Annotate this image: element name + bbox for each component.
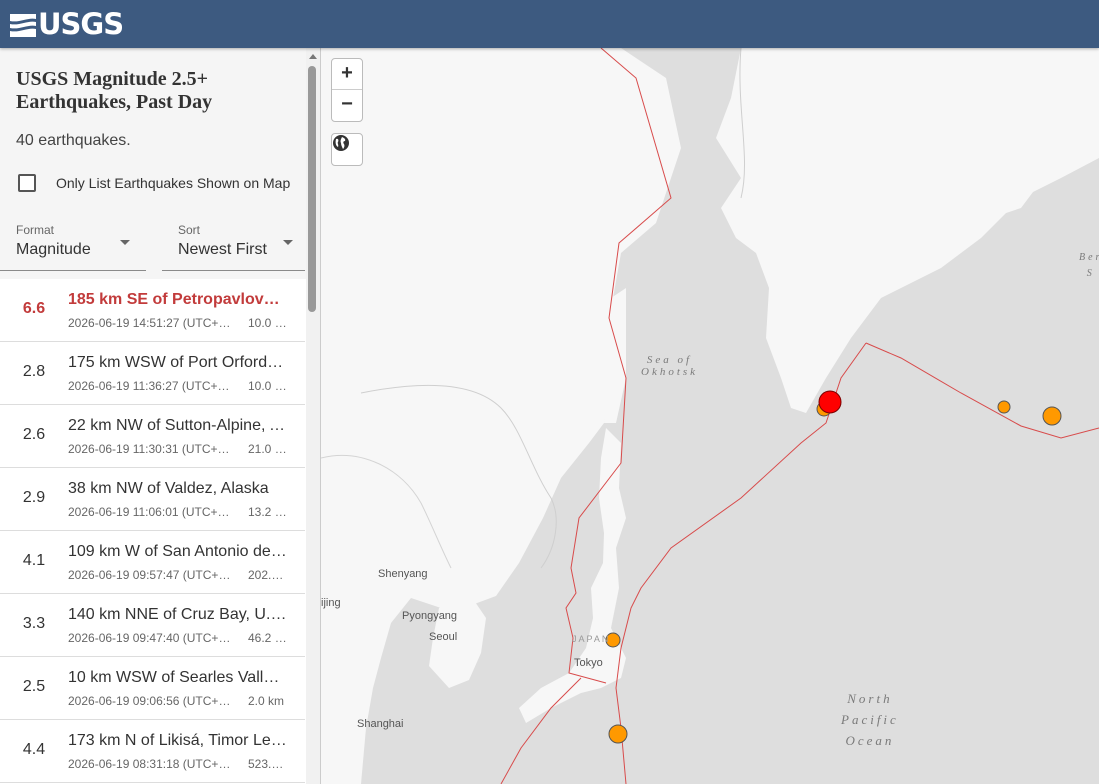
depth: 2.0 km	[248, 694, 285, 708]
location: 175 km WSW of Port Orford, Oregon	[68, 354, 287, 371]
map-view[interactable]: Sea of Okhotsk North Pacific Ocean Ber S…	[321, 48, 1099, 784]
depth: 21.0 km	[248, 442, 288, 456]
country-label: JAPAN	[572, 634, 611, 644]
location: 38 km NW of Valdez, Alaska	[68, 480, 269, 497]
depth: 13.2 km	[248, 505, 288, 519]
sort-select-value[interactable]: Newest First	[178, 241, 267, 259]
location: 109 km W of San Antonio de los Cobres, A…	[68, 543, 287, 560]
logo-text: USGS	[38, 6, 124, 41]
basemap	[321, 48, 1099, 784]
magnitude: 2.6	[22, 426, 46, 443]
north-pacific-ocean-label: North Pacific Ocean	[841, 691, 899, 748]
sidebar-scrollbar[interactable]	[306, 48, 321, 784]
scroll-up-arrow-icon[interactable]	[309, 54, 317, 59]
event-time: 2026-06-19 11:06:01 (UTC+08:00)	[68, 505, 232, 519]
earthquake-list-item[interactable]: 2.5 10 km WSW of Searles Valley, CA 2026…	[0, 657, 305, 720]
usgs-logo[interactable]: USGS	[10, 0, 124, 48]
earthquake-list-item[interactable]: 4.1 109 km W of San Antonio de los Cobre…	[0, 531, 305, 594]
earthquake-list-item[interactable]: 4.4 173 km N of Likisá, Timor Leste 2026…	[0, 720, 305, 783]
depth: 523.5 km	[248, 757, 288, 771]
sort-select-label: Sort	[178, 223, 201, 237]
dropdown-arrow-icon[interactable]	[283, 240, 293, 245]
location: 22 km NW of Sutton-Alpine, Alaska	[68, 417, 287, 434]
earthquake-marker-selected	[818, 390, 842, 414]
location: 173 km N of Likisá, Timor Leste	[68, 732, 287, 749]
filter-checkbox-row[interactable]: Only List Earthquakes Shown on Map	[18, 174, 290, 192]
magnitude: 3.3	[22, 615, 46, 632]
earthquake-sidebar: USGS Magnitude 2.5+ Earthquakes, Past Da…	[0, 48, 306, 784]
only-on-map-checkbox[interactable]	[18, 174, 36, 192]
location: 185 km SE of Petropavlovsk-Kamchatsky, R…	[68, 291, 287, 308]
earthquake-list-item[interactable]: 3.3 140 km NNE of Cruz Bay, U.S. Virgin …	[0, 594, 305, 657]
format-select-value[interactable]: Magnitude	[16, 241, 91, 259]
dropdown-arrow-icon[interactable]	[120, 240, 130, 245]
earthquake-marker	[608, 724, 628, 744]
depth: 10.0 km	[248, 316, 288, 330]
event-time: 2026-06-19 11:30:31 (UTC+08:00)	[68, 442, 232, 456]
earthquake-list: 6.6 185 km SE of Petropavlovsk-Kamchatsk…	[0, 279, 305, 783]
city-label: Tokyo	[574, 657, 603, 669]
event-time: 2026-06-19 08:31:18 (UTC+08:00)	[68, 757, 232, 771]
bering-sea-label: Ber S	[1079, 252, 1099, 279]
earthquake-marker	[997, 400, 1011, 414]
earthquake-marker	[1042, 406, 1062, 426]
magnitude: 6.6	[22, 300, 46, 317]
earthquake-count: 40 earthquakes.	[16, 132, 131, 149]
only-on-map-label[interactable]: Only List Earthquakes Shown on Map	[56, 175, 290, 191]
app-header: USGS	[0, 0, 1099, 48]
event-time: 2026-06-19 09:57:47 (UTC+08:00)	[68, 568, 232, 582]
format-select-label: Format	[16, 223, 55, 237]
sort-select[interactable]: Sort Newest First	[162, 222, 305, 271]
magnitude: 2.8	[22, 363, 46, 380]
city-label: ijing	[321, 597, 341, 609]
event-time: 2026-06-19 09:06:56 (UTC+08:00)	[68, 694, 232, 708]
magnitude: 4.1	[22, 552, 46, 569]
event-time: 2026-06-19 09:47:40 (UTC+08:00)	[68, 631, 232, 645]
location: 10 km WSW of Searles Valley, CA	[68, 669, 287, 686]
list-header: USGS Magnitude 2.5+ Earthquakes, Past Da…	[0, 48, 306, 279]
zoom-in-button[interactable]: +	[332, 59, 362, 90]
scrollbar-thumb[interactable]	[308, 66, 316, 312]
depth: 10.0 km	[248, 379, 288, 393]
zoom-control: + −	[331, 58, 363, 122]
depth: 46.2 km	[248, 631, 288, 645]
city-label: Shanghai	[357, 718, 404, 730]
magnitude: 2.5	[22, 678, 46, 695]
format-select[interactable]: Format Magnitude	[0, 222, 146, 271]
event-time: 2026-06-19 11:36:27 (UTC+08:00)	[68, 379, 232, 393]
globe-icon	[333, 135, 349, 151]
sea-of-okhotsk-label: Sea of Okhotsk	[641, 354, 699, 378]
usgs-wave-icon	[10, 14, 36, 37]
earthquake-list-item[interactable]: 6.6 185 km SE of Petropavlovsk-Kamchatsk…	[0, 279, 305, 342]
location: 140 km NNE of Cruz Bay, U.S. Virgin Isla…	[68, 606, 287, 623]
earthquake-list-item[interactable]: 2.8 175 km WSW of Port Orford, Oregon 20…	[0, 342, 305, 405]
earthquake-list-item[interactable]: 2.9 38 km NW of Valdez, Alaska 2026-06-1…	[0, 468, 305, 531]
event-time: 2026-06-19 14:51:27 (UTC+08:00)	[68, 316, 232, 330]
globe-view-button[interactable]	[331, 133, 363, 166]
city-label: Shenyang	[378, 568, 428, 580]
zoom-out-button[interactable]: −	[332, 90, 362, 120]
depth: 202.2 km	[248, 568, 288, 582]
city-label: Pyongyang	[402, 610, 458, 622]
city-label: Seoul	[429, 631, 458, 643]
page-title: USGS Magnitude 2.5+ Earthquakes, Past Da…	[16, 68, 213, 113]
earthquake-list-item[interactable]: 2.6 22 km NW of Sutton-Alpine, Alaska 20…	[0, 405, 305, 468]
magnitude: 4.4	[22, 741, 46, 758]
magnitude: 2.9	[22, 489, 46, 506]
